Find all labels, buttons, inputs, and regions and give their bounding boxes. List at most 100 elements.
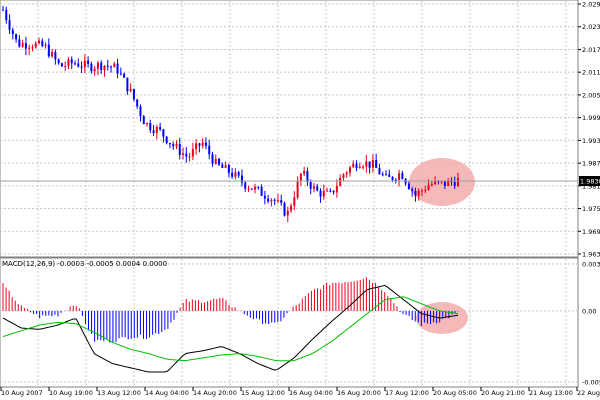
candle-body xyxy=(355,163,358,169)
candle-body xyxy=(303,171,306,174)
candle-body xyxy=(276,200,279,202)
candle-body xyxy=(54,52,57,60)
candle-body xyxy=(273,199,276,201)
candle-body xyxy=(57,59,60,64)
candle-body xyxy=(64,66,67,68)
candle-body xyxy=(260,186,263,196)
candle-body xyxy=(378,167,381,175)
candle-body xyxy=(368,161,371,168)
candle-body xyxy=(162,129,165,137)
price-chart-pane[interactable] xyxy=(0,0,579,258)
candle-body xyxy=(116,63,119,74)
candle-body xyxy=(234,172,237,177)
time-tick-label: 15 Aug 12:00 xyxy=(241,389,285,397)
candle-body xyxy=(319,190,322,197)
candle-body xyxy=(96,62,99,69)
price-pane-border xyxy=(0,0,579,258)
time-tick-label: 22 Aug 05:00 xyxy=(577,389,600,397)
candle-body xyxy=(345,172,348,175)
candle-body xyxy=(178,144,181,155)
macd-tick-label: 0.0033 xyxy=(582,261,600,269)
candle-body xyxy=(237,172,240,176)
macd-tick-label: 0.00 xyxy=(582,307,596,315)
time-tick-label: 13 Aug 12:00 xyxy=(97,389,141,397)
candle-body xyxy=(100,62,103,71)
candle-body xyxy=(326,190,329,192)
time-tick-label: 17 Aug 12:00 xyxy=(385,389,429,397)
time-tick-label: 14 Aug 20:00 xyxy=(193,389,237,397)
macd-label: MACD(12,26,9) -0.0003 -0.0005 0.0004 0.0… xyxy=(2,260,168,268)
candle-body xyxy=(31,47,34,49)
candle-body xyxy=(365,161,368,167)
candle-body xyxy=(424,189,427,191)
candle-body xyxy=(290,205,293,211)
candle-body xyxy=(90,63,93,72)
macd-indicator-pane[interactable] xyxy=(0,257,579,388)
candle-body xyxy=(263,195,266,199)
candle-body xyxy=(335,185,338,193)
candle-body xyxy=(381,174,384,176)
candle-body xyxy=(155,126,158,134)
candle-body xyxy=(103,65,106,71)
candle-body xyxy=(198,143,201,146)
current-price-label: 1.9830 xyxy=(580,178,600,186)
candle-body xyxy=(339,177,342,186)
time-tick-label: 20 Aug 05:00 xyxy=(433,389,477,397)
price-tick-label: 2.0295 xyxy=(582,1,600,9)
candle-body xyxy=(384,174,387,176)
candle-body xyxy=(8,20,11,30)
candle-body xyxy=(132,88,135,100)
candle-body xyxy=(427,185,430,190)
candle-body xyxy=(93,68,96,72)
candle-body xyxy=(123,73,126,78)
candle-body xyxy=(352,163,355,168)
candle-body xyxy=(129,88,132,92)
candle-body xyxy=(420,190,423,192)
candle-body xyxy=(299,173,302,182)
time-axis: 10 Aug 2007 10 Aug 19:00 13 Aug 12:00 14 Au… xyxy=(0,387,600,397)
candle-body xyxy=(312,186,315,189)
candle-body xyxy=(152,130,155,134)
candle-body xyxy=(70,59,73,64)
candle-body xyxy=(388,174,391,177)
candle-body xyxy=(18,39,21,47)
candle-body xyxy=(309,182,312,189)
candle-body xyxy=(172,144,175,147)
candle-body xyxy=(417,190,420,196)
candle-body xyxy=(257,186,260,188)
candle-body xyxy=(218,158,221,165)
time-tick-label: 10 Aug 19:00 xyxy=(49,389,93,397)
price-tick-label: 2.0055 xyxy=(582,91,600,99)
price-tick-label: 1.9995 xyxy=(582,114,600,122)
candle-body xyxy=(293,197,296,206)
candle-body xyxy=(83,60,86,68)
candle-body xyxy=(244,182,247,189)
candle-body xyxy=(2,9,4,11)
candle-body xyxy=(142,116,145,125)
candle-body xyxy=(398,173,401,181)
candle-body xyxy=(322,190,325,197)
candle-body xyxy=(221,164,224,168)
candle-body xyxy=(136,99,139,107)
macd-tick-label: -0.005 xyxy=(582,379,600,387)
candle-body xyxy=(283,202,286,216)
candle-body xyxy=(430,183,433,186)
price-tick-label: 1.9695 xyxy=(582,228,600,236)
time-tick-label: 21 Aug 13:00 xyxy=(529,389,573,397)
candle-body xyxy=(191,149,194,157)
candle-body xyxy=(34,43,37,48)
candle-body xyxy=(168,143,171,145)
candle-body xyxy=(80,66,83,68)
candle-body xyxy=(11,29,14,35)
candle-body xyxy=(407,183,410,190)
candle-body xyxy=(231,172,234,177)
candle-body xyxy=(126,77,129,92)
candle-body xyxy=(211,154,214,164)
candle-body xyxy=(342,174,345,178)
candle-body xyxy=(60,63,63,67)
candle-body xyxy=(224,165,227,168)
candle-body xyxy=(457,178,459,187)
candle-body xyxy=(87,60,90,64)
time-tick-label: 10 Aug 2007 xyxy=(1,389,43,397)
candle-body xyxy=(443,181,446,186)
